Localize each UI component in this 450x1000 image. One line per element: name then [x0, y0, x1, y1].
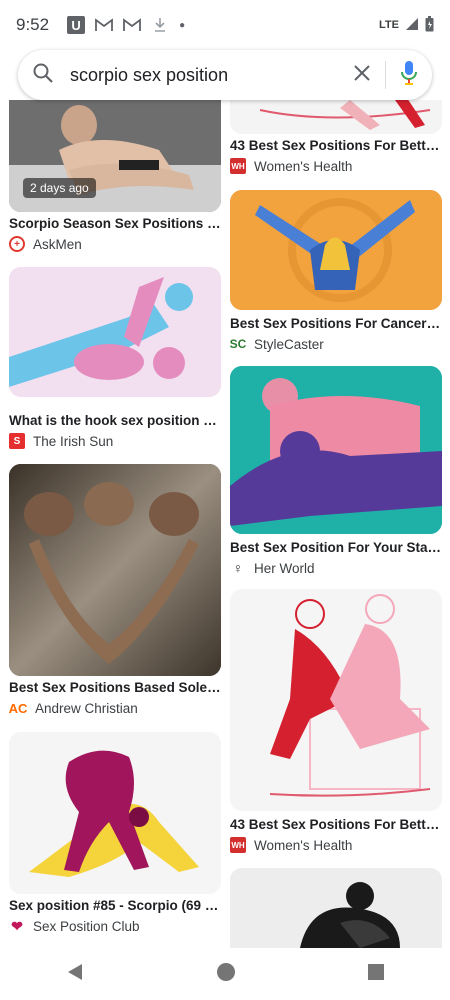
result-title[interactable]: 43 Best Sex Positions For Better ... — [230, 138, 442, 153]
result-card-askmen[interactable]: 2 days ago Scorpio Season Sex Positions … — [9, 100, 221, 260]
result-source-name: Women's Health — [254, 158, 353, 174]
result-source[interactable]: WH Women's Health — [230, 837, 352, 853]
home-icon[interactable] — [216, 962, 236, 987]
result-card-stylecaster[interactable]: Best Sex Positions For Cancer: T... SC S… — [230, 190, 442, 360]
andrew-christian-logo-icon: AC — [8, 700, 28, 716]
result-thumbnail[interactable] — [9, 464, 221, 676]
image-results-grid: 2 days ago Scorpio Season Sex Positions … — [0, 100, 450, 948]
result-card-womens-health-1[interactable]: 43 Best Sex Positions For Better ... WH … — [230, 100, 442, 180]
illustration-image — [230, 589, 442, 811]
result-card-womens-health-2[interactable]: 43 Best Sex Positions For Better ... WH … — [230, 589, 442, 859]
system-navigation-bar — [0, 948, 450, 1000]
illustration-image — [230, 190, 442, 310]
result-thumbnail[interactable] — [230, 868, 442, 948]
result-card-partial[interactable] — [230, 868, 442, 948]
result-thumbnail[interactable] — [230, 190, 442, 310]
result-title[interactable]: Best Sex Positions Based Solely ... — [9, 680, 221, 695]
result-title[interactable]: Best Sex Positions For Cancer: T... — [230, 316, 442, 331]
irish-sun-logo-icon: S — [9, 433, 25, 449]
gmail-icon — [95, 16, 113, 34]
status-bar: 9:52 U ● LTE — [0, 0, 450, 50]
notification-u-icon: U — [67, 16, 86, 34]
photo-group-image — [9, 464, 221, 676]
result-title[interactable]: Scorpio Season Sex Positions - ... — [9, 216, 221, 231]
her-world-logo-icon: ♀ — [232, 560, 244, 576]
womens-health-logo-icon: WH — [230, 158, 246, 174]
sex-position-club-logo-icon: ❤ — [11, 917, 23, 934]
result-source[interactable]: ♀ Her World — [230, 560, 315, 576]
result-source-name: StyleCaster — [254, 336, 324, 352]
result-thumbnail[interactable] — [230, 100, 442, 134]
womens-health-logo-icon: WH — [230, 837, 246, 853]
battery-icon — [425, 15, 434, 35]
result-thumbnail[interactable] — [9, 267, 221, 397]
result-source-name: Women's Health — [254, 837, 353, 853]
result-source-name: The Irish Sun — [33, 433, 114, 449]
microphone-icon[interactable] — [400, 60, 418, 91]
back-icon[interactable] — [65, 962, 85, 987]
gmail-icon-2 — [123, 16, 141, 34]
search-icon[interactable] — [32, 62, 54, 89]
result-card-her-world[interactable]: Best Sex Position For Your Star S... ♀ H… — [230, 366, 442, 586]
result-thumbnail[interactable]: 2 days ago — [9, 100, 221, 212]
clock: 9:52 — [16, 15, 50, 34]
status-right: LTE — [379, 15, 434, 35]
illustration-image — [230, 366, 442, 534]
result-source[interactable]: ❤ Sex Position Club — [9, 917, 140, 934]
search-bar[interactable]: scorpio sex position — [18, 50, 432, 100]
result-card-sex-position-club[interactable]: Sex position #85 - Scorpio (69 p... ❤ Se… — [9, 732, 221, 942]
result-thumbnail[interactable] — [230, 366, 442, 534]
download-icon — [151, 16, 169, 34]
result-source[interactable]: AC Andrew Christian — [9, 700, 138, 716]
search-divider — [385, 61, 386, 89]
illustration-image — [230, 868, 442, 948]
age-badge: 2 days ago — [23, 178, 96, 198]
result-source-name: AskMen — [33, 236, 82, 252]
result-source[interactable]: + AskMen — [9, 236, 82, 252]
clear-icon[interactable] — [353, 64, 371, 87]
result-card-irishsun[interactable]: What is the hook sex position a... S The… — [9, 267, 221, 457]
result-thumbnail[interactable] — [230, 589, 442, 811]
search-input[interactable]: scorpio sex position — [70, 65, 353, 86]
result-source[interactable]: SC StyleCaster — [230, 336, 324, 352]
result-thumbnail[interactable] — [9, 732, 221, 894]
result-source-name: Sex Position Club — [33, 918, 140, 934]
illustration-image — [230, 100, 442, 134]
result-source-name: Her World — [254, 560, 315, 576]
stylecaster-logo-icon: SC — [229, 337, 247, 351]
recents-icon[interactable] — [367, 963, 385, 986]
network-type: LTE — [379, 19, 399, 31]
result-title[interactable]: 43 Best Sex Positions For Better ... — [230, 817, 442, 832]
result-source[interactable]: S The Irish Sun — [9, 433, 113, 449]
more-notifications-dot-icon: ● — [179, 19, 186, 31]
result-card-andrew-christian[interactable]: Best Sex Positions Based Solely ... AC A… — [9, 464, 221, 724]
result-title[interactable]: Best Sex Position For Your Star S... — [230, 540, 442, 555]
result-title[interactable]: Sex position #85 - Scorpio (69 p... — [9, 898, 221, 913]
illustration-image — [9, 267, 221, 397]
result-title[interactable]: What is the hook sex position a... — [9, 413, 221, 428]
askmen-logo-icon: + — [9, 236, 25, 252]
status-left: 9:52 U ● — [16, 15, 185, 35]
signal-icon — [405, 17, 419, 34]
result-source[interactable]: WH Women's Health — [230, 158, 352, 174]
illustration-image — [9, 732, 221, 894]
result-source-name: Andrew Christian — [35, 700, 138, 716]
